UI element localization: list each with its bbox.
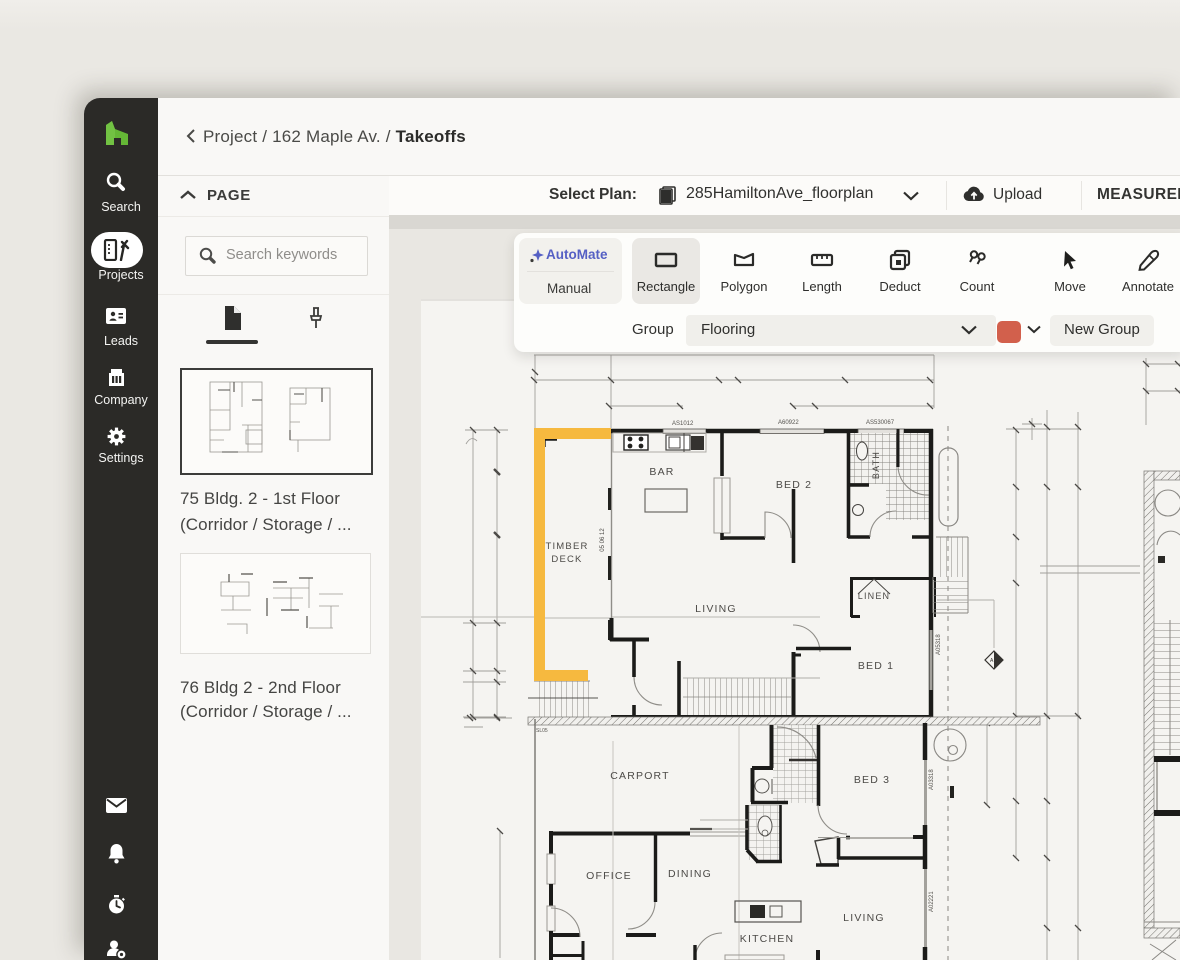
- svg-text:A02221: A02221: [929, 891, 935, 912]
- svg-text:BAR: BAR: [649, 466, 674, 478]
- svg-text:CARPORT: CARPORT: [610, 770, 670, 782]
- svg-text:DECK: DECK: [551, 554, 582, 565]
- svg-text:A05318: A05318: [936, 634, 942, 655]
- svg-text:LINEN: LINEN: [858, 591, 891, 601]
- svg-text:05 06 12: 05 06 12: [600, 528, 606, 552]
- svg-text:SL05: SL05: [536, 728, 548, 734]
- svg-text:A60922: A60922: [778, 420, 799, 426]
- svg-text:OFFICE: OFFICE: [586, 870, 632, 882]
- svg-text:LIVING: LIVING: [695, 603, 737, 615]
- svg-text:TIMBER: TIMBER: [545, 541, 588, 552]
- svg-text:AS530067: AS530067: [866, 420, 895, 426]
- svg-text:A03318: A03318: [929, 769, 935, 790]
- svg-text:BED 2: BED 2: [776, 479, 812, 491]
- svg-text:BATH: BATH: [871, 451, 881, 479]
- svg-text:BED 1: BED 1: [858, 660, 894, 672]
- svg-text:AS1012: AS1012: [672, 421, 694, 427]
- svg-text:BED 3: BED 3: [854, 774, 890, 786]
- svg-text:KITCHEN: KITCHEN: [740, 933, 795, 945]
- svg-text:LIVING: LIVING: [843, 912, 885, 924]
- svg-text:DINING: DINING: [668, 868, 712, 880]
